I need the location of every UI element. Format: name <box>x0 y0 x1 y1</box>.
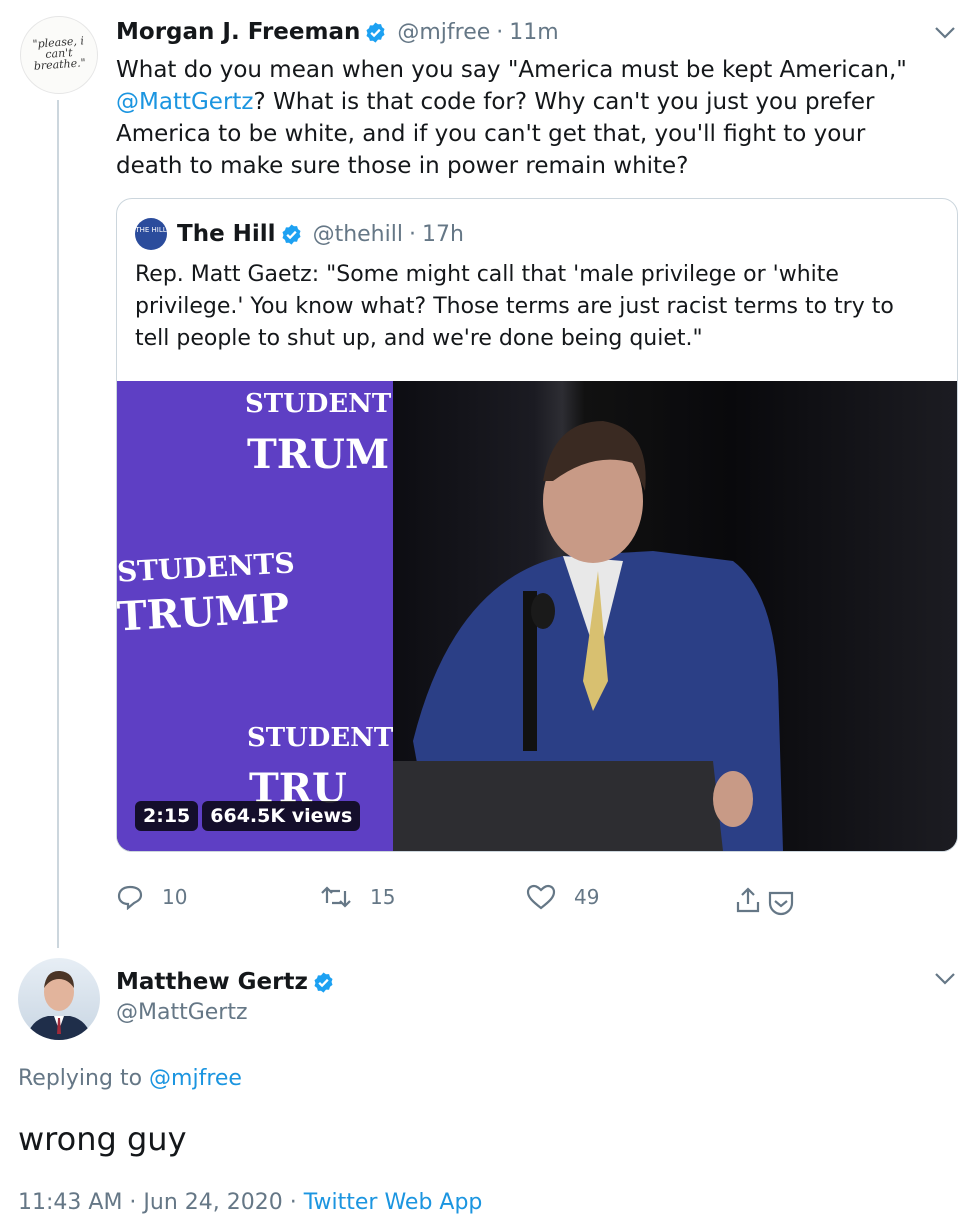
quoted-text: Rep. Matt Gaetz: "Some might call that '… <box>135 262 894 351</box>
banner-text: STUDENTS <box>247 723 413 753</box>
banner-text: TRUM <box>247 431 390 478</box>
speaker-figure <box>393 421 783 851</box>
tweet-header: Morgan J. Freeman @mjfree · 11m <box>116 16 559 48</box>
like-icon <box>526 884 556 910</box>
share-icon[interactable] <box>734 886 762 914</box>
tweet-text: What do you mean when you say "America m… <box>116 54 936 182</box>
reply-timestamp[interactable]: 11:43 AM · Jun 24, 2020 · <box>18 1190 297 1215</box>
chevron-down-icon[interactable] <box>934 26 956 40</box>
the-hill-logo: THE HILL <box>135 218 167 250</box>
students-for-trump-backdrop: STUDENTS TRUM STUDENTS TRUMP STUDENTS TR… <box>117 381 412 851</box>
quoted-display-name: The Hill <box>177 221 276 247</box>
quoted-time: 17h <box>421 221 464 247</box>
retweet-icon <box>321 886 351 908</box>
reply-button[interactable]: 10 <box>116 884 187 910</box>
replying-to: Replying to @mjfree <box>18 1066 242 1091</box>
handle[interactable]: @MattGertz <box>116 1000 248 1025</box>
retweet-button[interactable]: 15 <box>320 884 395 910</box>
avatar[interactable]: "please, i can't breathe." <box>20 16 98 94</box>
separator: · <box>496 19 504 45</box>
verified-badge-icon <box>282 223 301 245</box>
quoted-tweet[interactable]: THE HILL The Hill @thehill · 17h Rep. Ma… <box>116 198 958 852</box>
verified-badge-icon <box>366 21 385 43</box>
reply-icon <box>117 885 143 910</box>
display-name[interactable]: Morgan J. Freeman <box>116 19 360 45</box>
separator: · <box>408 221 416 247</box>
source-link[interactable]: Twitter Web App <box>304 1190 483 1215</box>
mention-link[interactable]: @MattGertz <box>116 89 254 115</box>
banner-text: STUDENTS <box>245 389 411 419</box>
banner-text: STUDENTS <box>117 546 296 589</box>
video-views: 664.5K views <box>202 801 361 831</box>
video-player[interactable]: STUDENTS TRUM STUDENTS TRUMP STUDENTS TR… <box>117 381 957 851</box>
avatar-text: "please, i can't breathe." <box>32 34 87 73</box>
handle[interactable]: @mjfree <box>397 20 490 45</box>
tweet-text-line1: What do you mean when you say "America m… <box>116 57 907 83</box>
timestamp[interactable]: 11m <box>509 20 558 45</box>
action-bar: 10 15 49 <box>116 880 816 920</box>
chevron-down-icon[interactable] <box>934 972 956 986</box>
banner-text: TRUMP <box>117 584 291 641</box>
avatar-photo <box>26 970 92 1040</box>
reply-header: Matthew Gertz <box>116 966 335 998</box>
reply-count: 10 <box>162 885 188 909</box>
retweet-count: 15 <box>370 885 396 909</box>
avatar[interactable] <box>18 958 100 1040</box>
reply-text: wrong guy <box>18 1120 187 1158</box>
quoted-handle: @thehill <box>312 221 403 247</box>
video-duration: 2:15 <box>135 801 199 831</box>
verified-badge-icon <box>314 971 333 993</box>
replying-to-label: Replying to <box>18 1066 143 1091</box>
quoted-header: THE HILL The Hill @thehill · 17h <box>135 217 464 251</box>
like-count: 49 <box>574 885 600 909</box>
bookmark-icon[interactable] <box>766 890 796 916</box>
thread-line <box>57 100 59 948</box>
reply-meta: 11:43 AM · Jun 24, 2020 · Twitter Web Ap… <box>18 1190 482 1215</box>
replying-to-handle[interactable]: @mjfree <box>149 1066 242 1091</box>
video-info: 2:15 664.5K views <box>135 801 361 831</box>
display-name[interactable]: Matthew Gertz <box>116 969 308 995</box>
like-button[interactable]: 49 <box>526 884 599 910</box>
